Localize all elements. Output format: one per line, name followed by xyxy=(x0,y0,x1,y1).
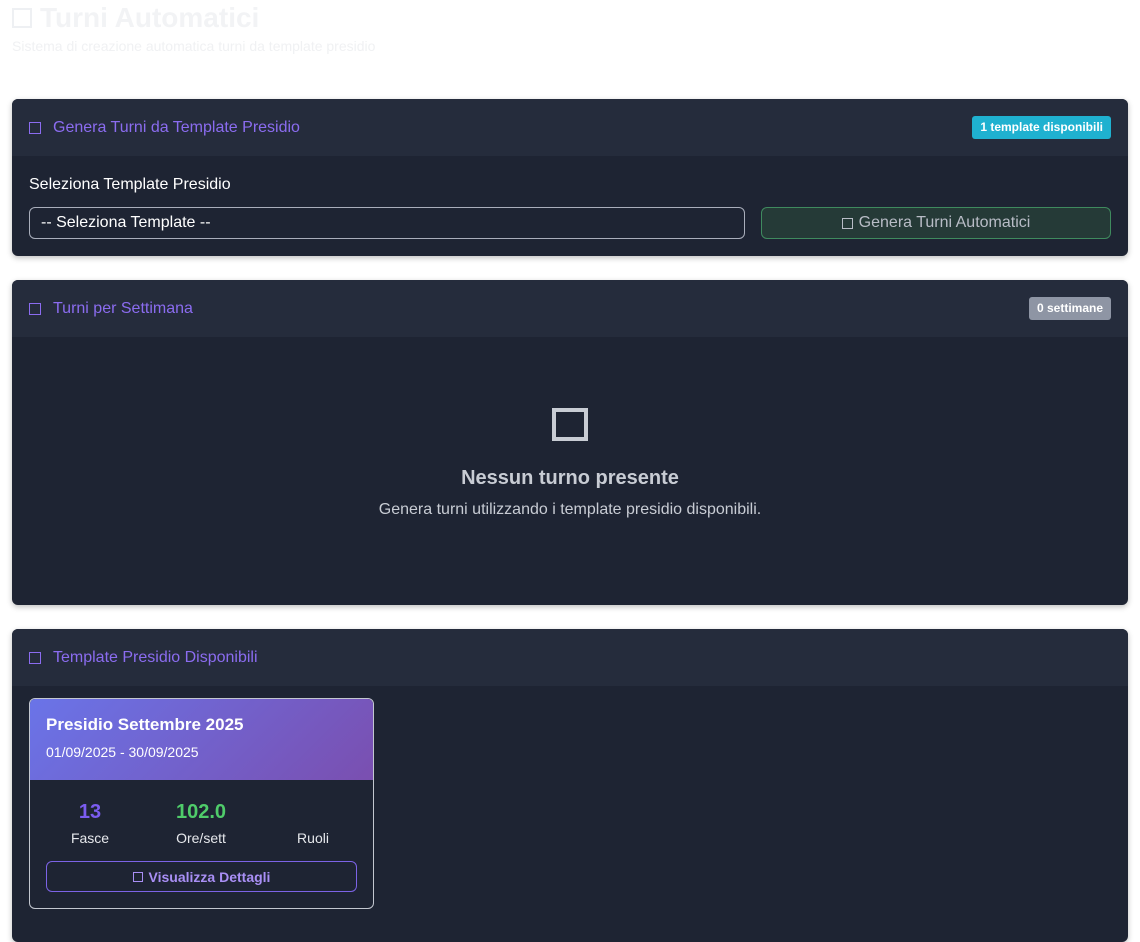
calendar-week-icon xyxy=(29,302,41,315)
calendar-icon xyxy=(12,8,32,28)
generate-card: Genera Turni da Template Presidio 1 temp… xyxy=(12,99,1128,256)
weeks-card: Turni per Settimana 0 settimane Nessun t… xyxy=(12,280,1128,605)
empty-calendar-icon xyxy=(552,408,588,441)
empty-state-title: Nessun turno presente xyxy=(461,467,679,489)
template-select[interactable]: -- Seleziona Template -- xyxy=(29,207,745,239)
generate-card-header: Genera Turni da Template Presidio 1 temp… xyxy=(12,99,1128,156)
list-icon xyxy=(29,651,41,664)
stat-ore-sett-label: Ore/sett xyxy=(176,830,226,846)
stat-fasce-value: 13 xyxy=(78,801,102,823)
weeks-card-header: Turni per Settimana 0 settimane xyxy=(12,280,1128,337)
template-dates: 01/09/2025 - 30/09/2025 xyxy=(46,744,199,760)
generate-card-title-text: Genera Turni da Template Presidio xyxy=(53,118,300,136)
magic-icon xyxy=(29,121,41,134)
page-subtitle: Sistema di creazione automatica turni da… xyxy=(12,38,376,54)
templates-card-title: Template Presidio Disponibili xyxy=(29,649,258,667)
templates-card-header: Template Presidio Disponibili xyxy=(12,629,1128,686)
view-details-button-label: Visualizza Dettagli xyxy=(148,868,271,885)
stat-ruoli: Ruoli xyxy=(257,800,369,846)
view-details-button[interactable]: Visualizza Dettagli xyxy=(46,861,357,892)
eye-icon xyxy=(132,871,143,882)
weeks-card-title-text: Turni per Settimana xyxy=(53,299,193,317)
templates-card-title-text: Template Presidio Disponibili xyxy=(53,648,258,666)
template-item-header: Presidio Settembre 2025 01/09/2025 - 30/… xyxy=(30,699,373,780)
page-title: Turni Automatici xyxy=(12,2,375,34)
weeks-card-title: Turni per Settimana xyxy=(29,300,193,318)
stat-ruoli-label: Ruoli xyxy=(297,830,329,846)
template-item: Presidio Settembre 2025 01/09/2025 - 30/… xyxy=(29,698,374,909)
templates-count-badge: 1 template disponibili xyxy=(972,116,1111,139)
stat-fasce-label: Fasce xyxy=(70,830,110,846)
play-icon xyxy=(841,217,853,229)
page-header: Turni Automatici Sistema di creazione au… xyxy=(12,2,375,54)
stat-fasce: 13 Fasce xyxy=(34,800,146,846)
empty-state-text: Genera turni utilizzando i template pres… xyxy=(378,501,762,518)
stat-ore-sett-value: 102.0 xyxy=(175,801,227,823)
stat-ore-sett: 102.0 Ore/sett xyxy=(145,800,257,846)
weeks-count-badge: 0 settimane xyxy=(1028,297,1111,320)
generate-card-title: Genera Turni da Template Presidio xyxy=(29,119,300,137)
stat-ruoli-value xyxy=(257,800,369,824)
templates-card: Template Presidio Disponibili Presidio S… xyxy=(12,629,1128,942)
template-select-label: Seleziona Template Presidio xyxy=(29,176,231,193)
generate-shifts-button-label: Genera Turni Automatici xyxy=(858,214,1031,231)
generate-shifts-button[interactable]: Genera Turni Automatici xyxy=(761,207,1111,239)
page-title-text: Turni Automatici xyxy=(40,2,260,33)
page: Turni Automatici Sistema di creazione au… xyxy=(0,0,1140,942)
template-name: Presidio Settembre 2025 xyxy=(46,715,244,734)
